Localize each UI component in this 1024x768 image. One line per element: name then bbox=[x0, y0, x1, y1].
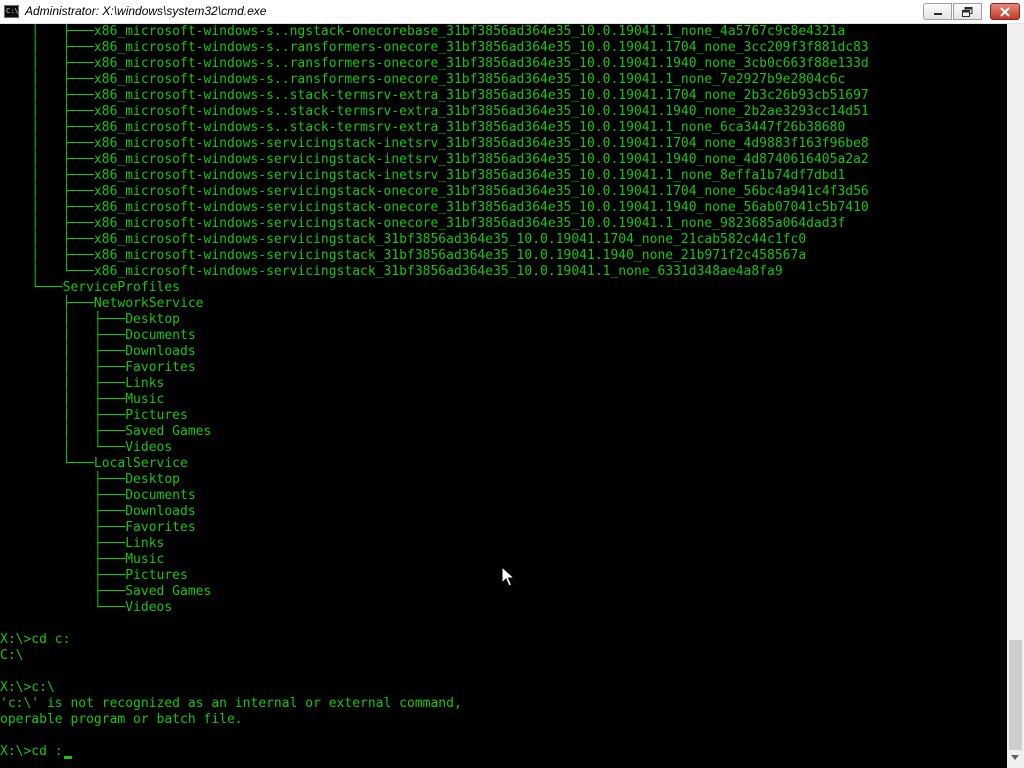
console-line: │ ├───Desktop bbox=[0, 312, 181, 327]
console-line: ├───Saved Games bbox=[0, 584, 212, 599]
console-line: │ ├───x86_microsoft-windows-s..ransforme… bbox=[0, 56, 869, 71]
console-line: └───Videos bbox=[0, 600, 173, 615]
console-line: ├───Documents bbox=[0, 488, 196, 503]
console-line: │ ├───x86_microsoft-windows-s..ransforme… bbox=[0, 72, 846, 87]
scrollbar-thumb[interactable] bbox=[1009, 640, 1022, 750]
console-line: ├───Downloads bbox=[0, 504, 196, 519]
console-line: │ ├───x86_microsoft-windows-servicingsta… bbox=[0, 232, 807, 247]
console-output[interactable]: │ ├───x86_microsoft-windows-s..ngstack-o… bbox=[0, 24, 1007, 768]
console-line: │ ├───x86_microsoft-windows-s..stack-ter… bbox=[0, 88, 869, 103]
console-line: │ ├───x86_microsoft-windows-s..stack-ter… bbox=[0, 120, 846, 135]
console-line: │ ├───x86_microsoft-windows-s..ngstack-o… bbox=[0, 24, 846, 39]
close-icon bbox=[1000, 6, 1010, 17]
vertical-scrollbar[interactable] bbox=[1007, 24, 1024, 768]
mouse-pointer-icon bbox=[501, 566, 515, 587]
console-line: │ ├───x86_microsoft-windows-servicingsta… bbox=[0, 216, 846, 231]
minimize-button[interactable] bbox=[923, 3, 952, 20]
console-line: │ ├───x86_microsoft-windows-servicingsta… bbox=[0, 136, 869, 151]
title-bar[interactable]: C:\ Administrator: X:\windows\system32\c… bbox=[0, 0, 1024, 24]
console-line: │ └───x86_microsoft-windows-servicingsta… bbox=[0, 264, 783, 279]
cmd-window: C:\ Administrator: X:\windows\system32\c… bbox=[0, 0, 1024, 768]
maximize-icon bbox=[962, 6, 973, 17]
console-text: │ ├───x86_microsoft-windows-s..ngstack-o… bbox=[0, 24, 869, 760]
console-line: │ ├───x86_microsoft-windows-servicingsta… bbox=[0, 184, 869, 199]
console-line: │ ├───Links bbox=[0, 376, 165, 391]
console-line: │ └───Videos bbox=[0, 440, 173, 455]
console-line: ├───Favorites bbox=[0, 520, 196, 535]
console-line: │ ├───x86_microsoft-windows-s..ransforme… bbox=[0, 40, 869, 55]
console-line: X:\>cd : bbox=[0, 744, 63, 759]
console-line: X:\>cd c: bbox=[0, 632, 71, 647]
console-line: ├───NetworkService bbox=[0, 296, 204, 311]
console-line: │ ├───x86_microsoft-windows-servicingsta… bbox=[0, 200, 869, 215]
console-line: ├───Pictures bbox=[0, 568, 188, 583]
console-line: │ ├───Favorites bbox=[0, 360, 196, 375]
console-line: ├───Links bbox=[0, 536, 165, 551]
console-line: │ ├───Documents bbox=[0, 328, 196, 343]
console-line: └───LocalService bbox=[0, 456, 188, 471]
console-line: X:\>c:\ bbox=[0, 680, 55, 695]
text-cursor bbox=[64, 756, 72, 759]
scroll-down-arrow-icon[interactable] bbox=[1011, 755, 1019, 760]
console-line: │ ├───Downloads bbox=[0, 344, 196, 359]
console-line: │ ├───Pictures bbox=[0, 408, 188, 423]
console-line: │ ├───Music bbox=[0, 392, 165, 407]
minimize-icon bbox=[933, 12, 942, 15]
console-line: └───ServiceProfiles bbox=[0, 280, 181, 295]
close-button[interactable] bbox=[990, 3, 1020, 20]
maximize-button[interactable] bbox=[953, 3, 982, 20]
console-line: ├───Desktop bbox=[0, 472, 181, 487]
cmd-icon[interactable]: C:\ bbox=[4, 5, 19, 18]
console-line: │ ├───x86_microsoft-windows-s..stack-ter… bbox=[0, 104, 869, 119]
console-line: 'c:\' is not recognized as an internal o… bbox=[0, 696, 462, 711]
window-title: Administrator: X:\windows\system32\cmd.e… bbox=[25, 4, 267, 18]
console-line: operable program or batch file. bbox=[0, 712, 243, 727]
console-line: │ ├───Saved Games bbox=[0, 424, 212, 439]
console-line: │ ├───x86_microsoft-windows-servicingsta… bbox=[0, 248, 807, 263]
console-line: │ ├───x86_microsoft-windows-servicingsta… bbox=[0, 168, 846, 183]
console-line: ├───Music bbox=[0, 552, 165, 567]
console-line: C:\ bbox=[0, 648, 24, 663]
console-line: │ ├───x86_microsoft-windows-servicingsta… bbox=[0, 152, 869, 167]
